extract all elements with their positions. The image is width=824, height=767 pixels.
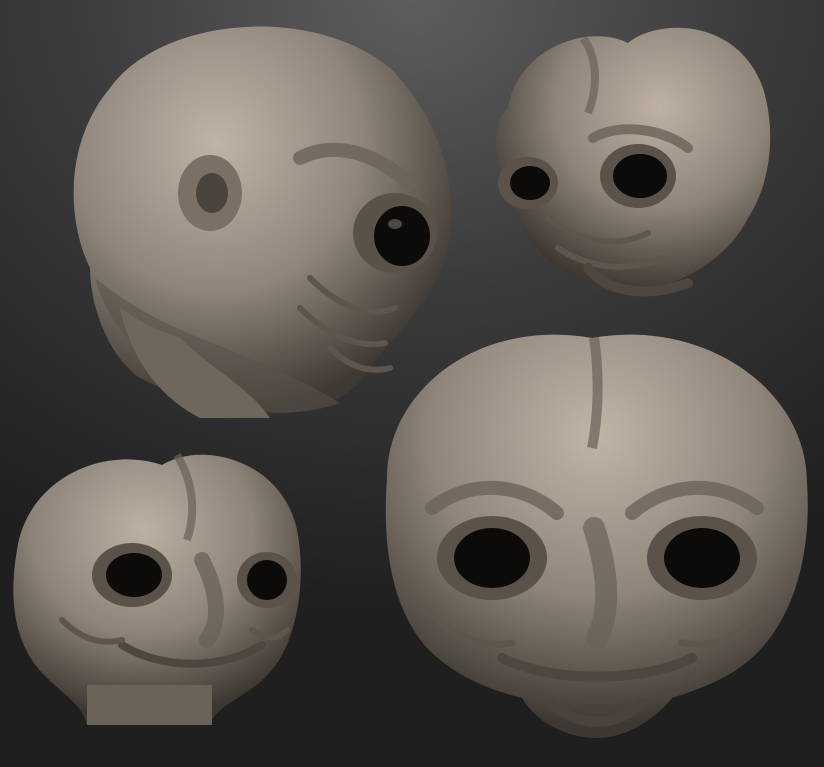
alien-head-three-quarter-view xyxy=(496,27,771,297)
neck xyxy=(87,685,212,725)
eye-icon xyxy=(247,560,287,600)
nose-bridge xyxy=(583,517,618,649)
eye-icon xyxy=(664,528,740,588)
eye-icon xyxy=(510,166,550,200)
eye-icon xyxy=(106,553,162,597)
sculpt-viewport xyxy=(0,0,824,767)
cranium-cleft xyxy=(587,337,603,449)
eye-icon xyxy=(374,206,430,266)
alien-head-front-view-large xyxy=(385,334,808,738)
eye-highlight xyxy=(388,219,402,229)
eye-icon xyxy=(613,154,667,198)
alien-head-front-view-small xyxy=(13,452,301,725)
ear-canal xyxy=(196,173,228,213)
eye-icon xyxy=(454,528,530,588)
